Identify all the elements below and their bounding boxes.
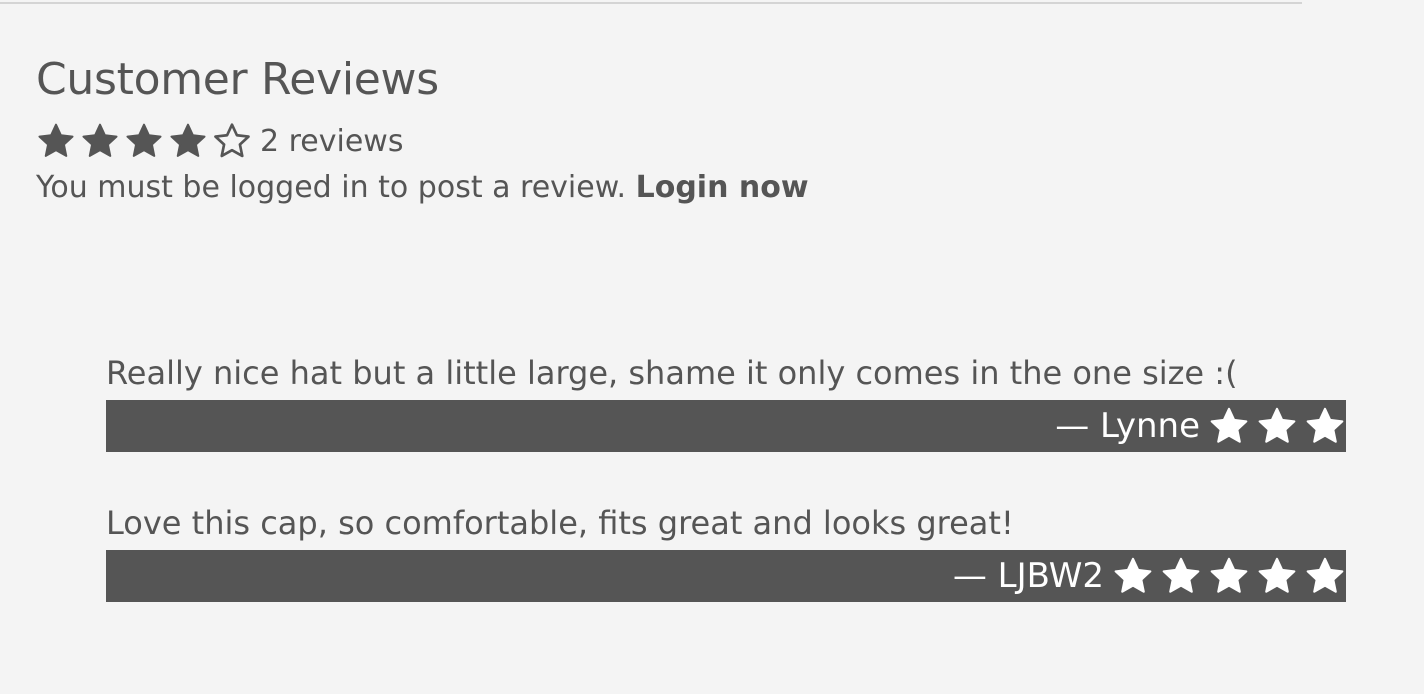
star-icon	[82, 123, 118, 157]
review-item: Love this cap, so comfortable, fits grea…	[106, 496, 1346, 602]
review-author: — Lynne	[1055, 406, 1200, 446]
star-icon	[1258, 407, 1296, 443]
star-icon	[170, 123, 206, 157]
star-icon	[1114, 557, 1152, 593]
review-list: Really nice hat but a little large, sham…	[106, 346, 1346, 646]
star-icon	[1210, 407, 1248, 443]
review-footer-bar: — Lynne	[106, 400, 1346, 452]
review-text: Love this cap, so comfortable, fits grea…	[106, 504, 1014, 542]
review-count: 2 reviews	[260, 123, 404, 159]
star-icon	[1306, 407, 1344, 443]
average-star-rating	[36, 121, 252, 161]
star-icon	[126, 123, 162, 157]
star-icon	[1306, 557, 1344, 593]
review-footer-bar: — LJBW2	[106, 550, 1346, 602]
login-now-link[interactable]: Login now	[636, 170, 809, 205]
star-outline-icon	[214, 123, 250, 158]
review-text: Really nice hat but a little large, sham…	[106, 354, 1238, 392]
login-prompt-line: You must be logged in to post a review. …	[36, 166, 1396, 210]
star-icon	[1162, 557, 1200, 593]
review-stars	[1208, 405, 1346, 447]
review-stars	[1112, 555, 1346, 597]
star-icon	[1210, 557, 1248, 593]
star-icon	[38, 123, 74, 157]
rating-summary: 2 reviews	[36, 120, 1396, 162]
login-prompt-text: You must be logged in to post a review.	[36, 170, 627, 205]
review-author: — LJBW2	[952, 556, 1104, 596]
customer-reviews-section: Customer Reviews 2 reviews You must be l…	[36, 52, 1396, 210]
review-item: Really nice hat but a little large, sham…	[106, 346, 1346, 452]
star-icon	[1258, 557, 1296, 593]
section-title: Customer Reviews	[36, 54, 439, 105]
top-divider	[0, 2, 1302, 4]
